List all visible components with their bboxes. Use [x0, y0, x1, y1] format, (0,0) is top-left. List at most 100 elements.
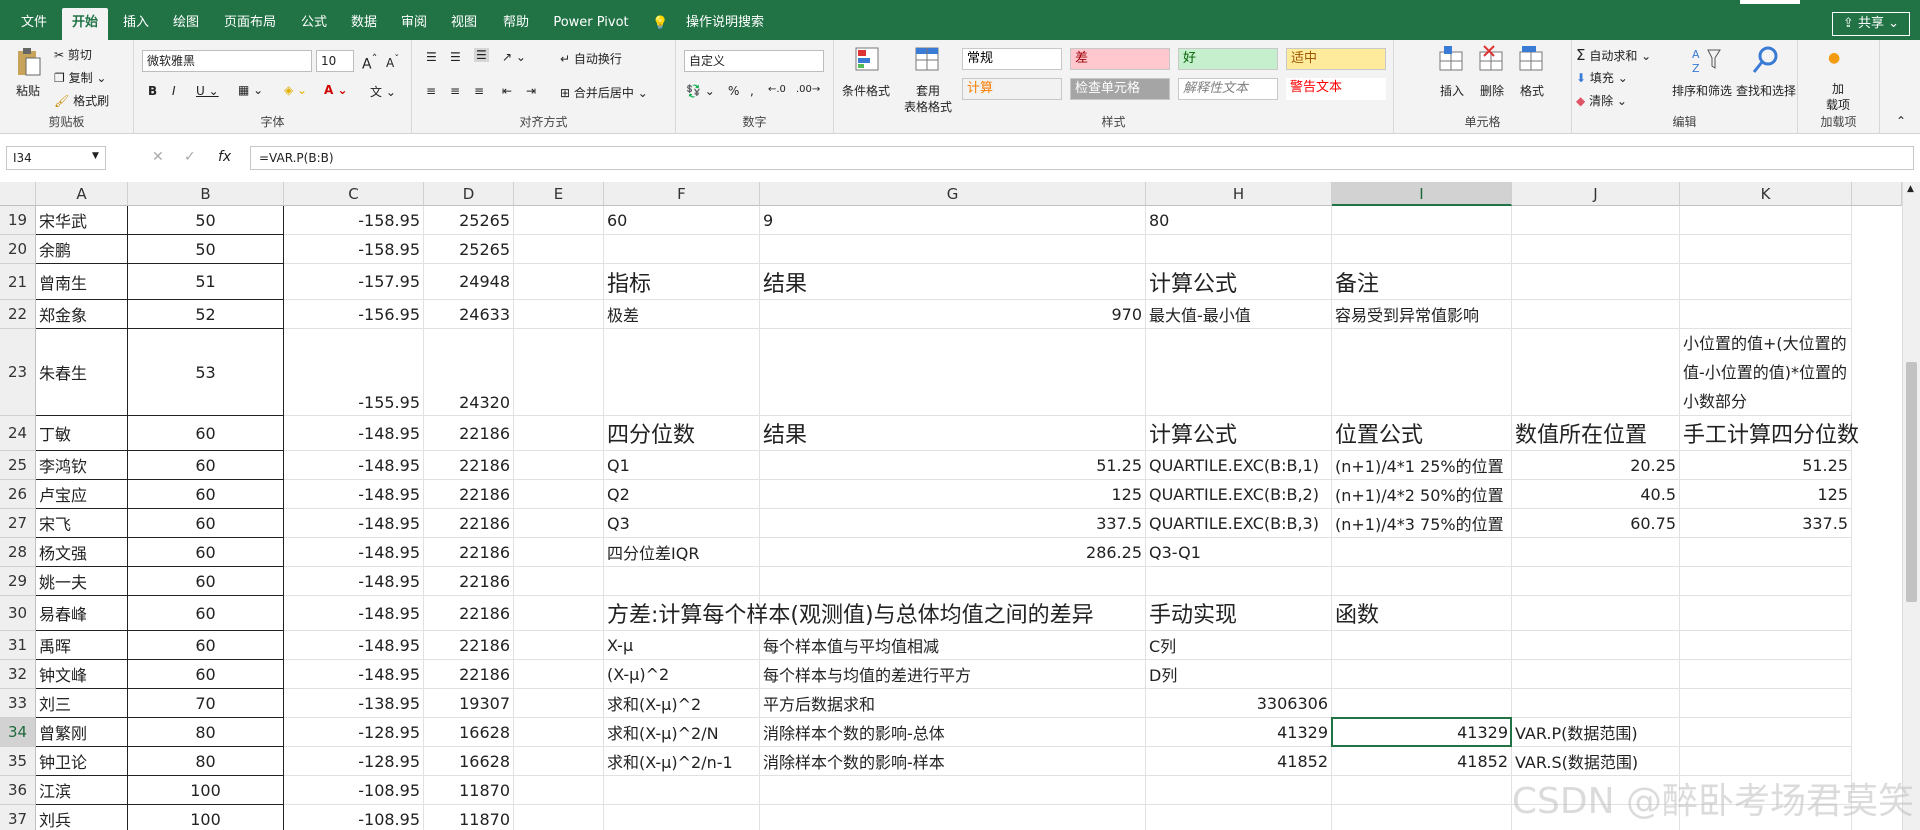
cell-f31[interactable]: X-μ — [604, 631, 760, 660]
cell-j36[interactable] — [1512, 776, 1680, 805]
cell-a28[interactable]: 杨文强 — [36, 538, 128, 567]
name-box-dropdown-icon[interactable]: ▼ — [92, 151, 99, 161]
cell-c30[interactable]: -148.95 — [284, 596, 424, 631]
cell-f35[interactable]: 求和(X-μ)^2/n-1 — [604, 747, 760, 776]
cell-k31[interactable] — [1680, 631, 1852, 660]
row-header-31[interactable]: 31 — [0, 631, 36, 660]
cell-j37[interactable] — [1512, 805, 1680, 830]
cell-d31[interactable]: 22186 — [424, 631, 514, 660]
tab-view[interactable]: 视图 — [442, 8, 486, 40]
cell-c24[interactable]: -148.95 — [284, 416, 424, 451]
cell-g19[interactable]: 9 — [760, 206, 1146, 235]
cell-i34[interactable]: 41329 — [1332, 718, 1512, 747]
cell-j24[interactable]: 数值所在位置 — [1512, 416, 1680, 451]
cell-d19[interactable]: 25265 — [424, 206, 514, 235]
cell-k28[interactable] — [1680, 538, 1852, 567]
cell-g32[interactable]: 每个样本与均值的差进行平方 — [760, 660, 1146, 689]
cell-g30[interactable] — [760, 596, 1146, 631]
row-header-37[interactable]: 37 — [0, 805, 36, 830]
share-button[interactable]: ⇪ 共享 ⌄ — [1831, 12, 1910, 36]
cell-a25[interactable]: 李鸿钦 — [36, 451, 128, 480]
cell-b28[interactable]: 60 — [128, 538, 284, 567]
cell-b34[interactable]: 80 — [128, 718, 284, 747]
cell-h30[interactable]: 手动实现 — [1146, 596, 1332, 631]
tab-draw[interactable]: 绘图 — [164, 8, 208, 40]
cell-style-bad[interactable]: 差 — [1070, 48, 1170, 70]
delete-cells-icon[interactable] — [1476, 44, 1508, 76]
cell-a22[interactable]: 郑金象 — [36, 300, 128, 329]
cell-d20[interactable]: 25265 — [424, 235, 514, 264]
cell-k37[interactable] — [1680, 805, 1852, 830]
row-header-32[interactable]: 32 — [0, 660, 36, 689]
cell-e31[interactable] — [514, 631, 604, 660]
cell-a26[interactable]: 卢宝应 — [36, 480, 128, 509]
column-header-e[interactable]: E — [514, 182, 604, 206]
row-header-29[interactable]: 29 — [0, 567, 36, 596]
cell-g31[interactable]: 每个样本值与平均值相减 — [760, 631, 1146, 660]
cell-g20[interactable] — [760, 235, 1146, 264]
underline-button[interactable]: U ⌄ — [196, 84, 219, 98]
cell-e34[interactable] — [514, 718, 604, 747]
cell-i29[interactable] — [1332, 567, 1512, 596]
font-name-select[interactable]: 微软雅黑 — [142, 50, 312, 72]
select-all-corner[interactable] — [0, 182, 36, 206]
increase-decimal-icon[interactable]: ←.0 — [768, 84, 786, 95]
cell-style-explanatory[interactable]: 解释性文本 — [1178, 78, 1278, 100]
cell-d27[interactable]: 22186 — [424, 509, 514, 538]
cell-j25[interactable]: 20.25 — [1512, 451, 1680, 480]
tab-formulas[interactable]: 公式 — [292, 8, 336, 40]
cell-h28[interactable]: Q3-Q1 — [1146, 538, 1332, 567]
column-header-f[interactable]: F — [604, 182, 760, 206]
copy-button[interactable]: ❐ 复制 ⌄ — [54, 69, 106, 86]
cell-i30[interactable]: 函数 — [1332, 596, 1512, 631]
accounting-format-icon[interactable]: 💱 ⌄ — [686, 84, 715, 98]
cell-f28[interactable]: 四分位差IQR — [604, 538, 760, 567]
tab-page-layout[interactable]: 页面布局 — [216, 8, 284, 40]
formula-input[interactable]: =VAR.P(B:B) — [250, 146, 1914, 170]
cell-e36[interactable] — [514, 776, 604, 805]
cell-k30[interactable] — [1680, 596, 1852, 631]
cell-d26[interactable]: 22186 — [424, 480, 514, 509]
cell-f24[interactable]: 四分位数 — [604, 416, 760, 451]
cell-d21[interactable]: 24948 — [424, 264, 514, 300]
cell-f34[interactable]: 求和(X-μ)^2/N — [604, 718, 760, 747]
cell-g23[interactable] — [760, 329, 1146, 416]
cell-e30[interactable] — [514, 596, 604, 631]
cell-e29[interactable] — [514, 567, 604, 596]
row-header-25[interactable]: 25 — [0, 451, 36, 480]
cell-j22[interactable] — [1512, 300, 1680, 329]
addins-label-1[interactable]: 加 — [1832, 80, 1844, 97]
collapse-ribbon-icon[interactable]: ⌃ — [1896, 114, 1906, 128]
cell-j20[interactable] — [1512, 235, 1680, 264]
cell-d37[interactable]: 11870 — [424, 805, 514, 830]
cell-f30[interactable]: 方差:计算每个样本(观测值)与总体均值之间的差异 — [604, 596, 1094, 631]
cell-i20[interactable] — [1332, 235, 1512, 264]
cell-a31[interactable]: 禹晖 — [36, 631, 128, 660]
row-header-27[interactable]: 27 — [0, 509, 36, 538]
cell-e26[interactable] — [514, 480, 604, 509]
cell-i24[interactable]: 位置公式 — [1332, 416, 1512, 451]
cell-b21[interactable]: 51 — [128, 264, 284, 300]
cell-g36[interactable] — [760, 776, 1146, 805]
cell-k23[interactable]: 小位置的值+(大位置的值-小位置的值)*位置的小数部分 — [1680, 329, 1852, 416]
cell-j19[interactable] — [1512, 206, 1680, 235]
cell-e19[interactable] — [514, 206, 604, 235]
cell-b30[interactable]: 60 — [128, 596, 284, 631]
addins-icon[interactable]: ● — [1828, 50, 1840, 66]
cell-g21[interactable]: 结果 — [760, 264, 1146, 300]
worksheet-grid[interactable]: A B C D E F G H I J K 19 宋华武 50 -158.95 25265 60 9 80 20 余鹏 5… — [0, 182, 1902, 830]
cell-style-neutral[interactable]: 适中 — [1286, 48, 1386, 70]
cell-g37[interactable] — [760, 805, 1146, 830]
cell-k33[interactable] — [1680, 689, 1852, 718]
cell-i19[interactable] — [1332, 206, 1512, 235]
cell-k24[interactable]: 手工计算四分位数 — [1680, 416, 1859, 451]
cell-e33[interactable] — [514, 689, 604, 718]
scrollbar-thumb[interactable] — [1906, 362, 1917, 602]
cell-g22[interactable]: 970 — [760, 300, 1146, 329]
title-bar-control[interactable] — [1740, 0, 1800, 4]
cell-a36[interactable]: 江滨 — [36, 776, 128, 805]
cell-b36[interactable]: 100 — [128, 776, 284, 805]
cell-c35[interactable]: -128.95 — [284, 747, 424, 776]
cell-k29[interactable] — [1680, 567, 1852, 596]
row-header-24[interactable]: 24 — [0, 416, 36, 451]
